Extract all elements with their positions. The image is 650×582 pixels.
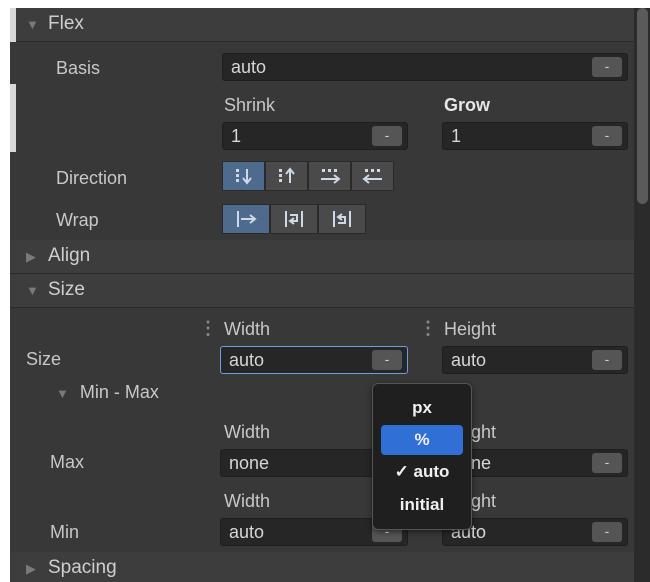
max-width-label: Width bbox=[224, 422, 271, 442]
grow-field[interactable]: 1 - bbox=[442, 122, 628, 150]
section-flex-label: Flex bbox=[48, 13, 84, 34]
unit-option-percent[interactable]: % bbox=[381, 425, 463, 455]
direction-row-reverse-button[interactable] bbox=[351, 161, 394, 191]
triangle-down-icon: ▼ bbox=[56, 386, 69, 401]
triangle-down-icon: ▼ bbox=[26, 283, 39, 298]
max-height-unit-dropdown[interactable]: - bbox=[592, 453, 622, 473]
basis-label: Basis bbox=[56, 58, 101, 78]
height-options-icon[interactable]: ⋮ bbox=[419, 318, 437, 339]
shrink-label: Shrink bbox=[224, 95, 276, 115]
wrap-label: Wrap bbox=[56, 210, 99, 230]
minmax-label: Min - Max bbox=[79, 382, 159, 402]
triangle-down-icon: ▼ bbox=[26, 17, 39, 32]
wrap-reverse-button[interactable] bbox=[318, 204, 366, 234]
flex-left-bar bbox=[10, 8, 16, 42]
min-height-unit-dropdown[interactable]: - bbox=[592, 522, 622, 542]
unit-dropdown-menu: px % ✓ auto initial bbox=[372, 383, 472, 530]
basis-unit-dropdown[interactable]: - bbox=[592, 57, 622, 77]
size-width-value: auto bbox=[229, 350, 265, 370]
unit-option-px[interactable]: px bbox=[381, 393, 463, 423]
section-align-label: Align bbox=[48, 245, 91, 266]
basis-value: auto bbox=[231, 57, 267, 77]
size-height-field[interactable]: auto - bbox=[442, 346, 628, 374]
triangle-right-icon: ▶ bbox=[26, 561, 36, 576]
grow-unit-dropdown[interactable]: - bbox=[592, 126, 622, 146]
shrink-unit-dropdown[interactable]: - bbox=[372, 126, 402, 146]
min-width-value: auto bbox=[229, 522, 265, 542]
flex-left-bar-secondary bbox=[10, 84, 16, 152]
basis-field[interactable]: auto - bbox=[222, 53, 628, 81]
section-size-label: Size bbox=[48, 279, 85, 300]
size-height-value: auto bbox=[451, 350, 487, 370]
row-reverse-icon bbox=[361, 169, 382, 184]
direction-row-button[interactable] bbox=[308, 161, 351, 191]
wrap-reverse-icon bbox=[333, 211, 351, 227]
nowrap-icon bbox=[237, 211, 257, 227]
section-flex-header[interactable]: ▼ Flex bbox=[10, 8, 634, 42]
inspector-panel: ▼ Flex Basis auto - Shrink Grow 1 - 1 - … bbox=[10, 8, 634, 582]
direction-label: Direction bbox=[56, 168, 128, 188]
grow-value: 1 bbox=[451, 126, 462, 146]
section-spacing-label: Spacing bbox=[48, 557, 117, 578]
min-label: Min bbox=[50, 522, 80, 542]
max-label: Max bbox=[50, 452, 85, 472]
section-align-header[interactable]: ▶ Align bbox=[10, 240, 634, 274]
size-width-unit-dropdown[interactable]: - bbox=[372, 350, 402, 370]
grow-label: Grow bbox=[444, 95, 491, 115]
wrap-button-group bbox=[222, 204, 366, 234]
size-width-label: Width bbox=[224, 319, 271, 339]
min-width-label: Width bbox=[224, 491, 271, 511]
shrink-value: 1 bbox=[231, 126, 242, 146]
max-width-value: none bbox=[229, 453, 270, 473]
size-label: Size bbox=[26, 349, 62, 369]
direction-button-group bbox=[222, 161, 394, 191]
wrap-icon bbox=[285, 211, 303, 227]
minmax-toggle[interactable]: ▼ Min - Max bbox=[56, 382, 159, 403]
direction-column-button[interactable] bbox=[222, 161, 265, 191]
row-icon bbox=[320, 169, 341, 184]
column-reverse-icon bbox=[278, 167, 295, 183]
scrollbar-thumb[interactable] bbox=[637, 8, 648, 204]
section-size-header[interactable]: ▼ Size bbox=[10, 274, 634, 308]
direction-column-reverse-button[interactable] bbox=[265, 161, 308, 191]
wrap-nowrap-button[interactable] bbox=[222, 204, 270, 234]
size-height-label: Height bbox=[444, 319, 497, 339]
column-icon bbox=[235, 169, 252, 185]
section-spacing-header[interactable]: ▶ Spacing bbox=[10, 552, 634, 582]
width-options-icon[interactable]: ⋮ bbox=[199, 318, 217, 339]
triangle-right-icon: ▶ bbox=[26, 249, 36, 264]
unit-option-auto[interactable]: ✓ auto bbox=[381, 457, 463, 487]
shrink-field[interactable]: 1 - bbox=[222, 122, 408, 150]
unit-option-initial[interactable]: initial bbox=[381, 490, 463, 520]
wrap-wrap-button[interactable] bbox=[270, 204, 318, 234]
size-width-field[interactable]: auto - bbox=[220, 346, 408, 374]
size-height-unit-dropdown[interactable]: - bbox=[592, 350, 622, 370]
